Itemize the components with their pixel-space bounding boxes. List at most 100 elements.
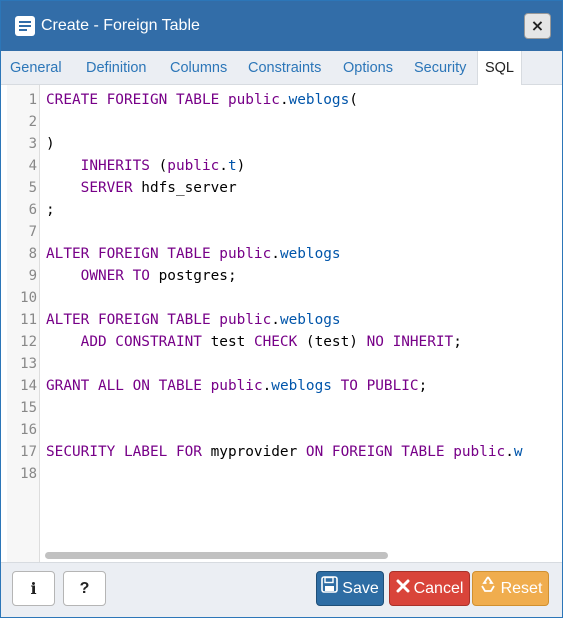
sql-text: ( <box>149 158 168 174</box>
code-line: SERVER hdfs_server <box>46 177 237 199</box>
sql-keyword: public <box>227 92 280 108</box>
close-button[interactable]: × <box>524 13 551 39</box>
sql-text: postgres; <box>149 268 237 284</box>
code-line: ; <box>46 199 55 221</box>
code-line: CREATE FOREIGN TABLE public.weblogs( <box>46 89 358 111</box>
sql-keyword: ALTER FOREIGN TABLE <box>46 312 220 328</box>
sql-text: ; <box>46 202 55 218</box>
tab-definition[interactable]: Definition <box>86 51 146 85</box>
sql-keyword: GRANT ALL ON TABLE <box>46 378 211 394</box>
line-number: 16 <box>20 422 37 438</box>
sql-keyword: TO PUBLIC <box>340 378 419 394</box>
sql-text: . <box>279 92 289 108</box>
tab-columns[interactable]: Columns <box>170 51 227 85</box>
close-x-icon <box>396 572 410 605</box>
sql-keyword: ON FOREIGN TABLE <box>305 444 454 460</box>
sql-keyword: SECURITY LABEL FOR <box>46 444 202 460</box>
dialog-footer: i ? Save Cancel Reset <box>1 562 562 617</box>
title-bar: Create - Foreign Table × <box>1 1 562 51</box>
code-line: SECURITY LABEL FOR myprovider ON FOREIGN… <box>46 441 523 463</box>
sql-keyword: CHECK <box>253 334 298 350</box>
sql-editor[interactable]: 1 2 3 4 5 6 7 8 9 10 11 12 13 14 15 16 17 18 CREATE FOREI… <box>7 85 557 562</box>
tab-constraints[interactable]: Constraints <box>248 51 321 85</box>
sql-text: test <box>201 334 254 350</box>
line-number: 2 <box>28 114 37 130</box>
help-button[interactable]: ? <box>63 571 106 606</box>
line-number: 14 <box>20 378 37 394</box>
line-number: 15 <box>20 400 37 416</box>
tab-bar: General Definition Columns Constraints O… <box>1 51 562 86</box>
sql-text: ( <box>349 92 358 108</box>
code-line: ALTER FOREIGN TABLE public.weblogs <box>46 243 341 265</box>
sql-keyword: public <box>167 158 220 174</box>
tab-general[interactable]: General <box>10 51 62 85</box>
sql-text: ; <box>453 334 462 350</box>
tab-security[interactable]: Security <box>414 51 466 85</box>
sql-identifier: weblogs <box>279 246 341 262</box>
code-line: OWNER TO postgres; <box>46 265 237 287</box>
floppy-disk-icon <box>321 572 339 605</box>
sql-identifier: t <box>227 158 237 174</box>
line-number: 7 <box>28 224 37 240</box>
sql-text: (test) <box>297 334 367 350</box>
sql-text: hdfs_server <box>132 180 237 196</box>
reset-label: Reset <box>500 580 543 598</box>
sql-text: . <box>505 444 514 460</box>
sql-text: ) <box>236 158 246 174</box>
line-number: 17 <box>20 444 37 460</box>
line-number: 6 <box>28 202 37 218</box>
create-foreign-table-dialog: Create - Foreign Table × General Definit… <box>0 0 563 618</box>
line-number: 11 <box>20 312 37 328</box>
sql-text: . <box>262 378 272 394</box>
sql-keyword: public <box>219 312 272 328</box>
sql-keyword: CREATE FOREIGN TABLE <box>46 92 228 108</box>
info-icon: i <box>30 579 37 598</box>
line-number-gutter: 1 2 3 4 5 6 7 8 9 10 11 12 13 14 15 16 17 18 <box>7 85 40 562</box>
table-icon <box>15 16 35 36</box>
sql-keyword: public <box>453 444 506 460</box>
sql-text: myprovider <box>201 444 306 460</box>
line-number: 13 <box>20 356 37 372</box>
reset-button[interactable]: Reset <box>472 571 549 606</box>
save-label: Save <box>342 580 379 598</box>
sql-text: . <box>219 158 228 174</box>
line-number: 9 <box>28 268 37 284</box>
sql-keyword: public <box>210 378 263 394</box>
help-icon: ? <box>79 580 90 597</box>
sql-identifier: w <box>513 444 523 460</box>
dialog-title: Create - Foreign Table <box>41 17 200 34</box>
sql-text: . <box>271 246 280 262</box>
recycle-icon <box>479 572 497 605</box>
code-line: ADD CONSTRAINT test CHECK (test) NO INHE… <box>46 331 462 353</box>
line-number: 1 <box>28 92 37 108</box>
code-line: INHERITS (public.t) <box>46 155 246 177</box>
sql-identifier: weblogs <box>288 92 350 108</box>
cancel-button[interactable]: Cancel <box>389 571 470 606</box>
line-number: 3 <box>28 136 37 152</box>
sql-keyword: SERVER <box>80 180 133 196</box>
save-button[interactable]: Save <box>316 571 384 606</box>
info-button[interactable]: i <box>12 571 55 606</box>
horizontal-scrollbar[interactable] <box>43 550 553 560</box>
sql-text: ) <box>46 136 55 152</box>
sql-keyword: ALTER FOREIGN TABLE <box>46 246 220 262</box>
code-line: GRANT ALL ON TABLE public.weblogs TO PUB… <box>46 375 427 397</box>
sql-text: . <box>271 312 280 328</box>
sql-identifier: weblogs <box>279 312 341 328</box>
tab-options[interactable]: Options <box>343 51 393 85</box>
sql-keyword: public <box>219 246 272 262</box>
sql-keyword: NO INHERIT <box>366 334 454 350</box>
scrollbar-thumb[interactable] <box>45 552 388 559</box>
sql-identifier: weblogs <box>271 378 332 394</box>
code-line: ALTER FOREIGN TABLE public.weblogs <box>46 309 341 331</box>
sql-code[interactable]: CREATE FOREIGN TABLE public.weblogs() IN… <box>46 85 557 562</box>
cancel-label: Cancel <box>413 580 464 598</box>
tab-sql[interactable]: SQL <box>477 51 522 86</box>
line-number: 18 <box>20 466 37 482</box>
sql-text: ; <box>418 378 428 394</box>
